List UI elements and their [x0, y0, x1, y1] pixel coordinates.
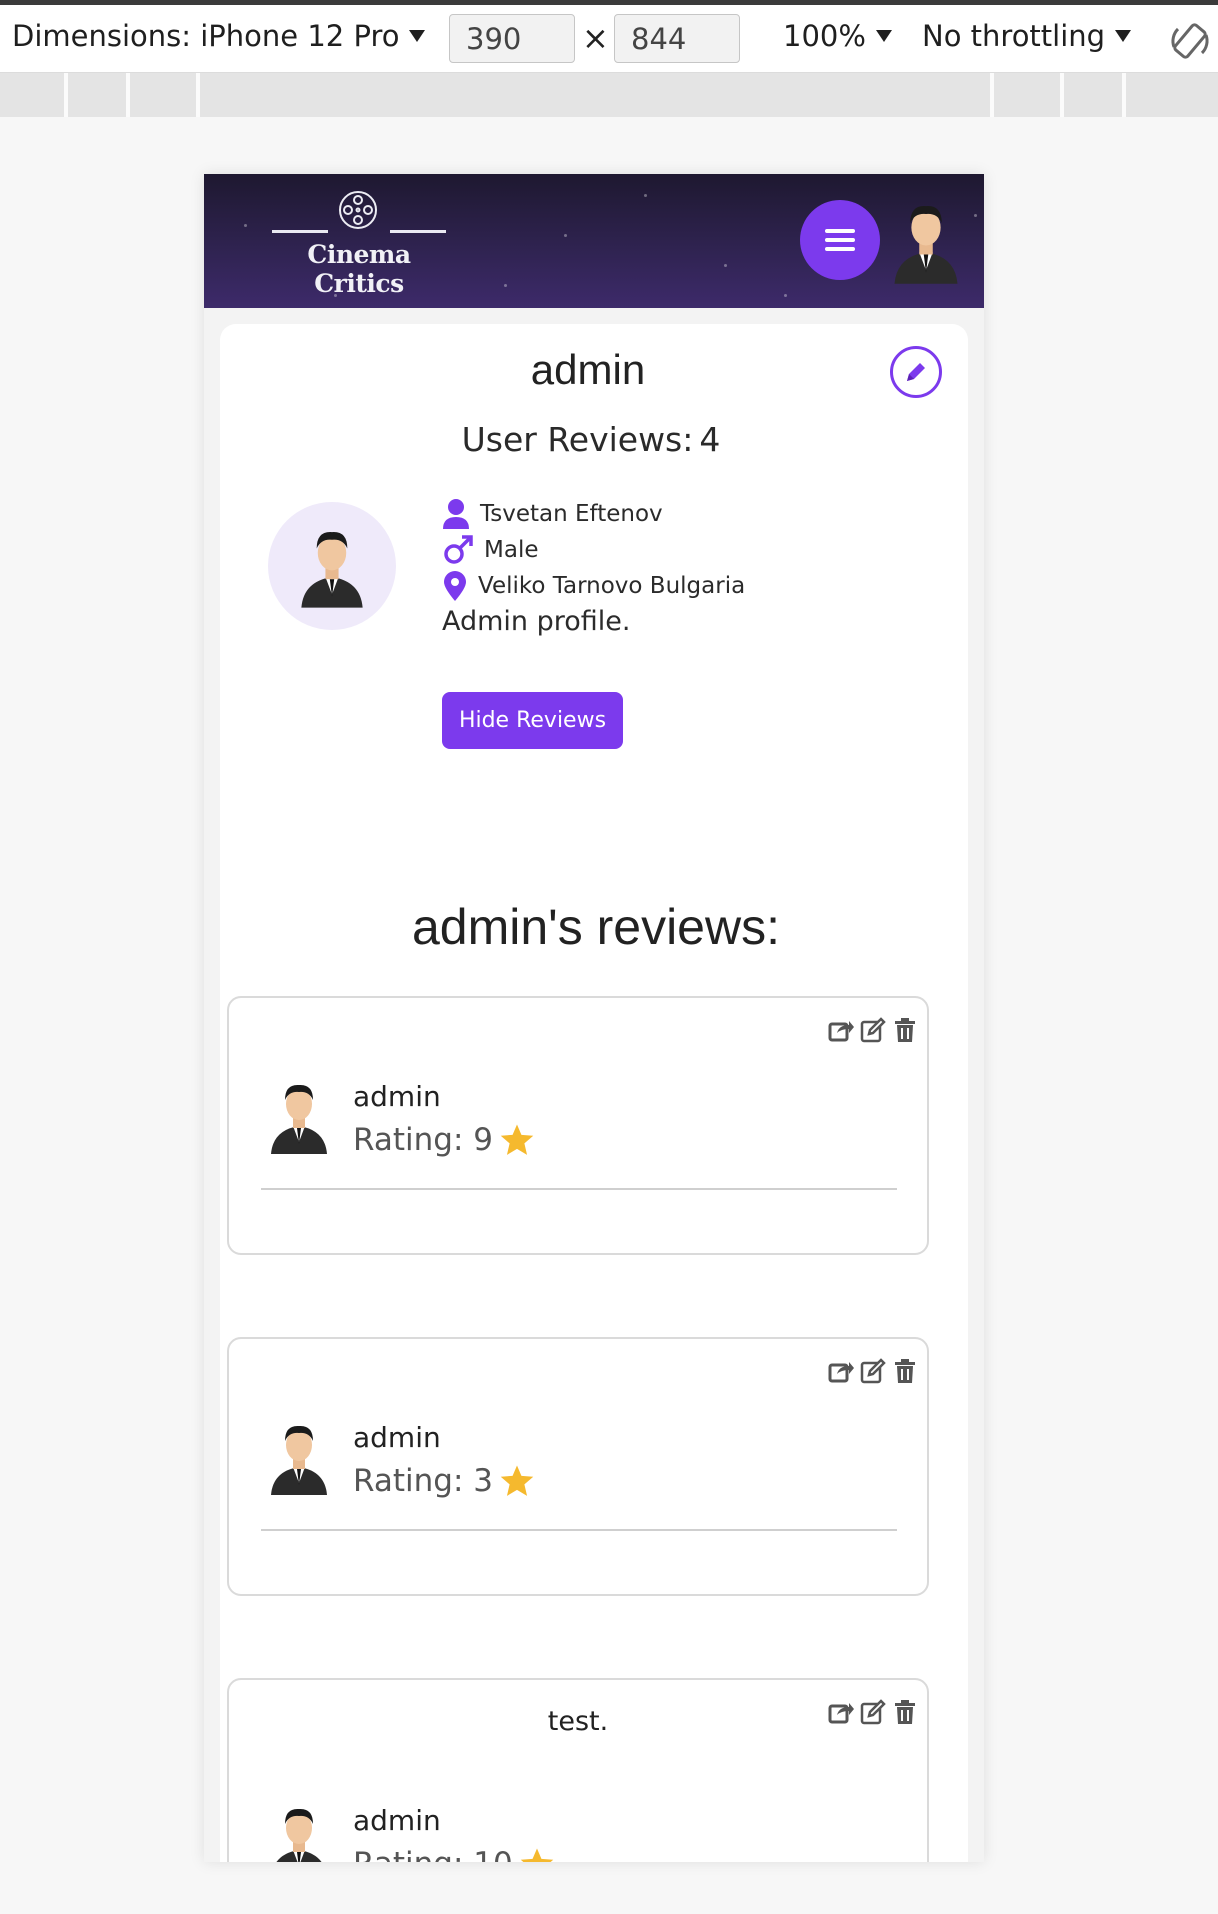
hide-reviews-button[interactable]: Hide Reviews	[442, 692, 623, 749]
chevron-down-icon	[875, 30, 892, 42]
chevron-down-icon	[409, 30, 426, 42]
pencil-icon	[907, 363, 925, 381]
person-icon	[443, 499, 469, 529]
review-actions	[827, 1016, 919, 1048]
device-dimensions-label: Dimensions: iPhone 12 Pro	[12, 19, 400, 53]
review-author: admin	[353, 1421, 441, 1454]
media-query-ruler	[0, 73, 1218, 117]
user-avatar-icon[interactable]	[890, 198, 962, 284]
throttling-select[interactable]: No throttling	[922, 19, 1132, 53]
profile-name-row: Tsvetan Eftenov	[442, 496, 942, 532]
rotate-icon[interactable]	[1170, 21, 1210, 61]
profile-avatar	[268, 502, 396, 630]
profile-info: Tsvetan Eftenov Male Veliko Tarnovo Bulg…	[442, 496, 942, 637]
review-rating: Rating: 10	[353, 1846, 555, 1862]
user-avatar-icon	[271, 1425, 327, 1495]
star-icon	[520, 1848, 553, 1862]
male-icon	[444, 535, 473, 564]
rating-label: Rating:	[353, 1463, 464, 1499]
star-icon	[500, 1465, 534, 1496]
rating-label: Rating:	[353, 1122, 464, 1158]
review-actions	[827, 1357, 919, 1389]
map-pin-icon	[444, 571, 466, 601]
rating-label: Rating:	[353, 1846, 463, 1862]
rating-value: 9	[473, 1122, 493, 1158]
user-avatar-icon	[301, 532, 363, 608]
profile-location-row: Veliko Tarnovo Bulgaria	[442, 568, 942, 604]
viewport-width-input[interactable]: 390	[449, 14, 575, 63]
zoom-select[interactable]: 100%	[783, 19, 892, 53]
user-avatar-icon	[271, 1084, 327, 1154]
menu-button[interactable]	[800, 200, 880, 280]
profile-location: Veliko Tarnovo Bulgaria	[478, 573, 746, 599]
user-review-count: User Reviews: 4	[220, 420, 956, 459]
edit-icon[interactable]	[859, 1357, 887, 1389]
review-count-value: 4	[699, 420, 721, 459]
review-divider	[261, 1529, 897, 1531]
profile-gender-row: Male	[442, 532, 942, 568]
edit-icon[interactable]	[859, 1016, 887, 1048]
reviews-section-title: admin's reviews:	[412, 899, 780, 955]
profile-full-name: Tsvetan Eftenov	[480, 501, 663, 527]
rating-value: 10	[473, 1846, 512, 1862]
site-header: Cinema Critics	[204, 174, 984, 308]
review-text: test.	[547, 1706, 609, 1737]
devtools-device-toolbar: Dimensions: iPhone 12 Pro 390 × 844 100%…	[0, 5, 1218, 73]
review-card: admin Rating: 9	[227, 996, 929, 1255]
user-avatar-icon	[276, 1808, 322, 1862]
logo-text: Cinema Critics	[307, 240, 411, 298]
rating-value: 3	[473, 1463, 493, 1499]
hamburger-icon	[825, 229, 855, 251]
chevron-down-icon	[1115, 30, 1132, 42]
edit-profile-button[interactable]	[890, 346, 942, 398]
profile-username: admin	[530, 346, 646, 393]
share-icon[interactable]	[827, 1016, 855, 1048]
dimension-separator: ×	[582, 19, 609, 57]
share-icon[interactable]	[827, 1357, 855, 1389]
profile-bio: Admin profile.	[442, 606, 631, 637]
review-card: test. admin Rating: 10	[227, 1678, 929, 1862]
viewport-height-input[interactable]: 844	[614, 14, 740, 63]
profile-gender: Male	[484, 537, 539, 563]
throttling-label: No throttling	[922, 19, 1106, 53]
review-count-label: User Reviews:	[461, 420, 694, 459]
trash-icon[interactable]	[891, 1357, 919, 1389]
review-author: admin	[353, 1804, 441, 1837]
zoom-label: 100%	[783, 19, 866, 53]
device-dimensions-select[interactable]: Dimensions: iPhone 12 Pro	[12, 19, 426, 53]
review-divider	[261, 1188, 897, 1190]
review-author: admin	[353, 1080, 441, 1113]
logo-line	[390, 230, 446, 233]
device-viewport: Cinema Critics admin User Reviews: 4 Tsv…	[204, 174, 984, 1862]
star-icon	[500, 1124, 534, 1155]
logo-line	[272, 230, 328, 233]
site-logo[interactable]: Cinema Critics	[264, 190, 454, 298]
review-card: admin Rating: 3	[227, 1337, 929, 1596]
review-rating: Rating: 9	[353, 1122, 535, 1158]
trash-icon[interactable]	[891, 1016, 919, 1048]
film-reel-icon	[339, 191, 377, 229]
review-rating: Rating: 3	[353, 1463, 535, 1499]
